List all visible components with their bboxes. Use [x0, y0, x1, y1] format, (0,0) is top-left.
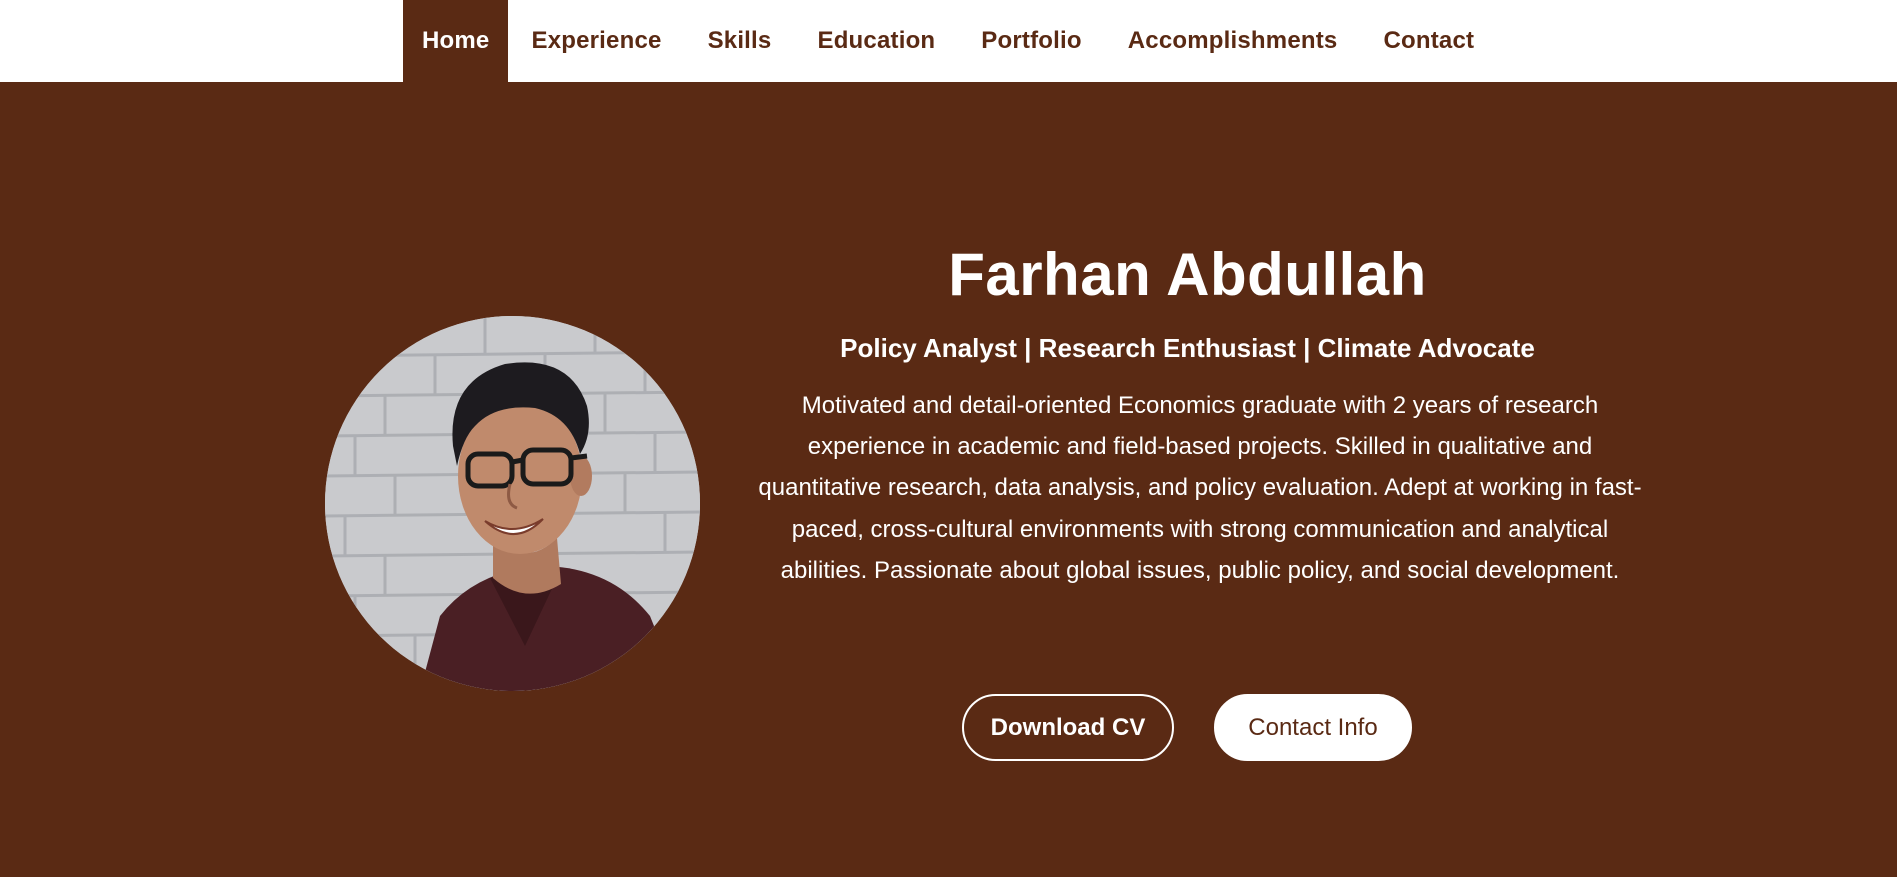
profile-photo-illustration: [325, 316, 700, 691]
contact-info-button[interactable]: Contact Info: [1214, 694, 1412, 761]
nav-item-education[interactable]: Education: [794, 0, 958, 82]
nav-item-skills[interactable]: Skills: [685, 0, 795, 82]
nav-item-portfolio[interactable]: Portfolio: [958, 0, 1104, 82]
main-nav: Home Experience Skills Education Portfol…: [403, 0, 1497, 82]
top-navigation-bar: Home Experience Skills Education Portfol…: [0, 0, 1897, 82]
nav-item-contact[interactable]: Contact: [1360, 0, 1497, 82]
nav-item-home[interactable]: Home: [403, 0, 509, 82]
download-cv-button[interactable]: Download CV: [962, 694, 1174, 761]
profile-photo: [325, 316, 700, 691]
profile-name: Farhan Abdullah: [948, 241, 1427, 308]
nav-item-experience[interactable]: Experience: [508, 0, 684, 82]
profile-tagline: Policy Analyst | Research Enthusiast | C…: [840, 333, 1535, 363]
profile-bio: Motivated and detail-oriented Economics …: [758, 392, 1642, 584]
nav-item-accomplishments[interactable]: Accomplishments: [1105, 0, 1361, 82]
